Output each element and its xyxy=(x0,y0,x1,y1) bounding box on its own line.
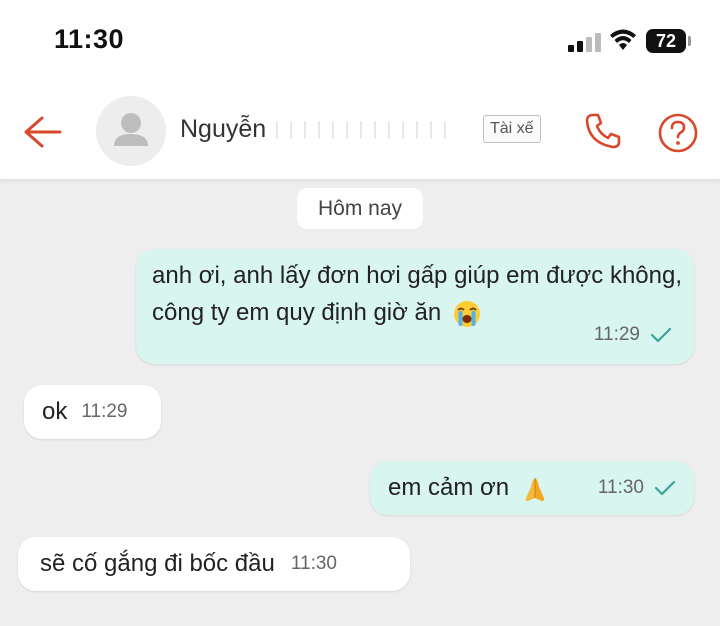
role-tag: Tài xế xyxy=(483,115,541,143)
phone-call-icon[interactable] xyxy=(582,110,624,152)
sent-check-icon xyxy=(650,327,672,343)
contact-name-text: Nguyễn xyxy=(180,115,267,143)
message-time: 11:29 xyxy=(593,324,640,345)
wifi-icon xyxy=(610,29,636,50)
redacted-name-area xyxy=(270,121,451,140)
user-placeholder-icon xyxy=(114,113,148,146)
battery-tip xyxy=(688,36,691,46)
contact-name[interactable]: Nguyễn xyxy=(180,115,451,144)
outgoing-message[interactable]: em cảm ơn 11:30 xyxy=(370,461,694,515)
message-text: em cảm ơn xyxy=(388,469,550,507)
help-icon[interactable] xyxy=(657,112,699,154)
message-time: 11:30 xyxy=(597,477,644,498)
message-text: ok xyxy=(42,398,68,425)
message-time: 11:30 xyxy=(290,553,337,574)
avatar[interactable] xyxy=(96,96,166,166)
incoming-message[interactable]: sẽ cố gắng đi bốc đầu 11:30 xyxy=(18,537,410,591)
message-text: sẽ cố gắng đi bốc đầu xyxy=(40,550,275,577)
incoming-message[interactable]: ok 11:29 xyxy=(24,385,161,439)
message-meta: 11:30 xyxy=(598,469,676,507)
battery-icon: 72 xyxy=(646,29,686,53)
loudly-crying-face-emoji-icon xyxy=(453,300,480,327)
back-arrow-icon[interactable] xyxy=(20,110,64,154)
chat-header: Nguyễn Tài xế xyxy=(0,88,720,180)
sent-check-icon xyxy=(654,480,676,496)
outgoing-message[interactable]: anh ơi, anh lấy đơn hơi gấp giúp em được… xyxy=(136,249,694,364)
message-time: 11:29 xyxy=(81,401,128,422)
cellular-signal-icon xyxy=(568,32,602,52)
date-separator: Hôm nay xyxy=(297,188,423,229)
folded-hands-emoji-icon xyxy=(525,477,545,501)
message-meta: 11:29 xyxy=(594,316,672,354)
status-bar: 11:30 72 xyxy=(0,0,720,88)
status-time: 11:30 xyxy=(54,24,125,54)
